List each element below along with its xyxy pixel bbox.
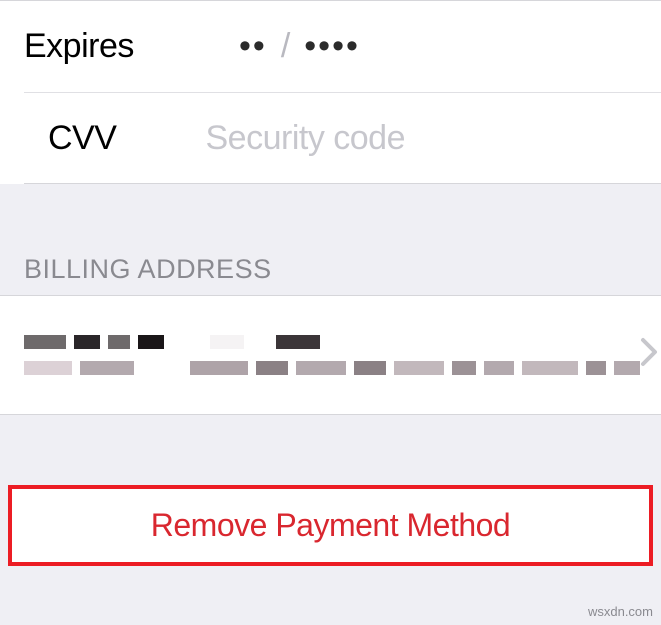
billing-address-header: BILLING ADDRESS <box>0 184 661 295</box>
chevron-right-icon <box>640 334 658 376</box>
cvv-label: CVV <box>48 119 206 158</box>
card-fields-section: Expires ••/•••• CVV <box>0 0 661 184</box>
watermark: wsxdn.com <box>588 604 653 619</box>
expires-value: ••/•••• <box>239 27 360 66</box>
billing-address-row[interactable] <box>0 295 661 415</box>
cvv-input[interactable] <box>206 119 638 158</box>
expires-row[interactable]: Expires ••/•••• <box>0 0 661 92</box>
billing-address-content <box>24 331 640 379</box>
remove-payment-button[interactable]: Remove Payment Method <box>8 485 653 566</box>
expires-label: Expires <box>24 27 239 66</box>
cvv-row[interactable]: CVV <box>24 92 661 184</box>
actions-section: Remove Payment Method <box>0 415 661 566</box>
remove-payment-label: Remove Payment Method <box>151 507 510 543</box>
